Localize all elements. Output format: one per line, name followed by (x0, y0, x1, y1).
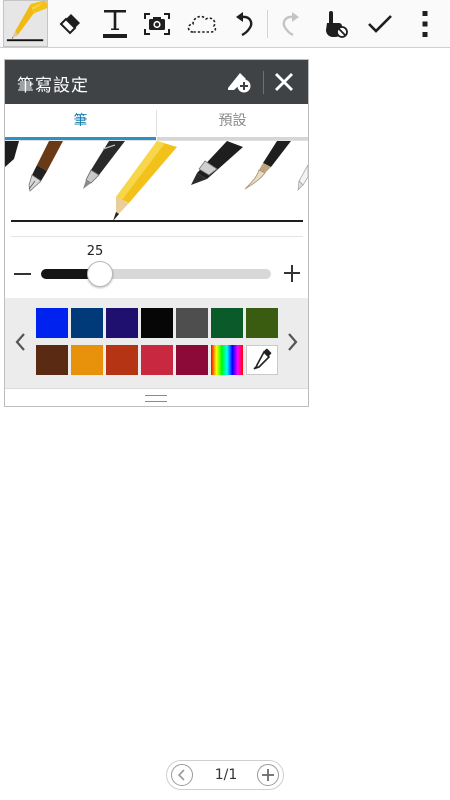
toolbar-divider (267, 10, 268, 38)
color-palette (5, 298, 308, 388)
color-swatch[interactable] (176, 308, 208, 338)
pen-type-selector (5, 141, 308, 221)
header-divider (263, 71, 264, 94)
toolbar (0, 0, 450, 48)
text-icon (103, 9, 127, 38)
chevron-left-icon (177, 769, 185, 781)
color-spectrum-swatch[interactable] (211, 345, 243, 375)
panel-tabs: 筆 預設 (5, 104, 308, 141)
correction-pen-option[interactable] (297, 164, 308, 191)
pen-size-value: 25 (86, 244, 104, 259)
close-icon (275, 73, 293, 91)
undo-icon (236, 11, 253, 36)
eyedropper-button[interactable] (246, 345, 278, 375)
redo-button[interactable] (273, 0, 307, 47)
color-swatch[interactable] (246, 308, 278, 338)
hand-mode-button[interactable] (317, 0, 353, 47)
pencil-option[interactable] (113, 141, 177, 221)
color-swatch[interactable] (106, 345, 138, 375)
check-icon (368, 14, 392, 33)
lasso-icon (187, 15, 217, 33)
color-swatch[interactable] (106, 308, 138, 338)
panel-header: 筆寫設定 (5, 60, 308, 104)
text-tool-button[interactable] (97, 0, 133, 47)
marker-option[interactable] (191, 141, 243, 185)
more-vert-icon (422, 10, 428, 37)
tab-pen[interactable]: 筆 (5, 104, 156, 140)
color-swatch[interactable] (36, 308, 68, 338)
color-swatch[interactable] (141, 345, 173, 375)
add-preset-button[interactable] (225, 69, 253, 95)
drag-handle[interactable] (145, 395, 167, 402)
plus-icon (262, 769, 274, 781)
chevron-left-icon[interactable] (14, 332, 26, 352)
eraser-tool-button[interactable] (52, 0, 88, 47)
eyedropper-icon (253, 348, 272, 370)
brush-pen-option[interactable] (5, 141, 19, 167)
image-tool-button[interactable] (139, 0, 175, 47)
done-button[interactable] (362, 0, 398, 47)
color-swatch[interactable] (36, 345, 68, 375)
pen-tool-button[interactable] (3, 0, 48, 47)
color-swatch[interactable] (141, 308, 173, 338)
slider-thumb[interactable] (87, 261, 113, 287)
divider (11, 236, 303, 237)
tab-presets[interactable]: 預設 (157, 104, 308, 140)
page-indicator: 1/1 (214, 767, 238, 783)
pencil-icon (6, 1, 47, 42)
previous-page-button[interactable] (171, 764, 193, 786)
undo-button[interactable] (228, 0, 262, 47)
calligraphy-brush-option[interactable] (244, 141, 291, 190)
redo-icon (282, 11, 299, 36)
pen-settings-panel: 筆寫設定 筆 預設 25 (4, 59, 309, 407)
panel-resize-bar[interactable] (5, 388, 308, 406)
camera-icon (144, 12, 170, 35)
close-panel-button[interactable] (273, 71, 297, 95)
pen-add-icon (228, 73, 251, 93)
color-swatch[interactable] (211, 308, 243, 338)
page-navigator: 1/1 (166, 760, 284, 790)
more-button[interactable] (408, 0, 442, 47)
ballpoint-pen-option[interactable] (83, 141, 125, 189)
slider-track (41, 261, 271, 287)
eraser-icon (59, 13, 80, 34)
chevron-right-icon[interactable] (287, 332, 299, 352)
color-swatch[interactable] (71, 345, 103, 375)
panel-title: 筆寫設定 (17, 76, 89, 96)
stroke-preview (11, 220, 303, 222)
selection-tool-button[interactable] (183, 0, 221, 47)
color-swatch[interactable] (71, 308, 103, 338)
color-swatch[interactable] (176, 345, 208, 375)
add-page-button[interactable] (257, 764, 279, 786)
fountain-pen-option[interactable] (28, 141, 63, 192)
hand-no-touch-icon (326, 10, 348, 38)
increase-size-button-bar[interactable] (284, 272, 300, 274)
pen-size-slider[interactable] (5, 260, 308, 290)
